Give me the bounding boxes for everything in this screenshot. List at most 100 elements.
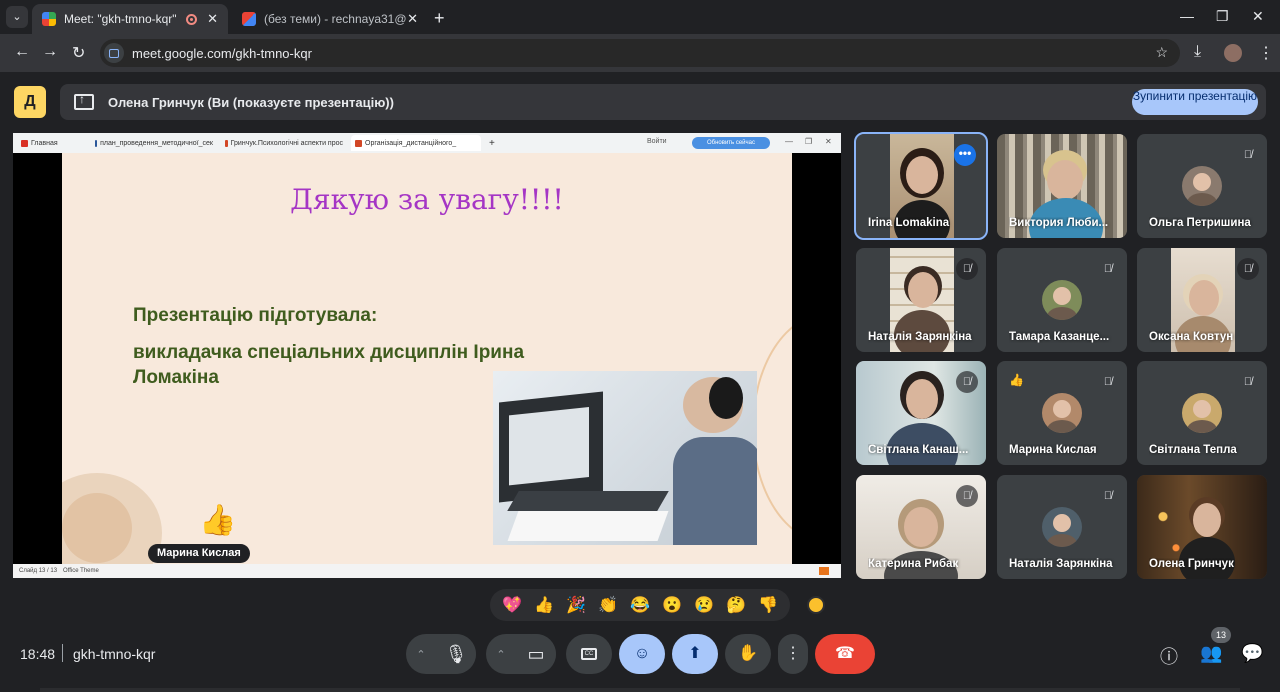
forward-icon[interactable]: → xyxy=(42,43,58,61)
yandex-icon xyxy=(21,139,28,147)
sparkling-heart-reaction-button[interactable]: 💖 xyxy=(502,595,522,615)
participant-tile[interactable]: 🎙̸ Світлана Канаш... xyxy=(856,361,986,465)
reactions-bar: 💖 👍 🎉 👏 😂 😮 😢 🤔 👎 xyxy=(490,589,790,621)
shared-tab: Організація_дистанційного_ xyxy=(351,135,481,151)
camera-button[interactable]: ▭ xyxy=(516,634,556,674)
tab-gmail[interactable]: (без теми) - rechnaya31@gmail ✕ xyxy=(232,4,428,34)
profile-avatar[interactable] xyxy=(1224,44,1242,62)
shared-new-tab-icon: + xyxy=(489,137,495,149)
video-settings-chevron-icon[interactable]: ⌃ xyxy=(486,648,516,661)
sad-reaction-button[interactable]: 😢 xyxy=(694,595,714,615)
participant-tile[interactable]: 🎙̸ Світлана Тепла xyxy=(1137,361,1267,465)
browser-menu-icon[interactable]: ⋮ xyxy=(1258,43,1274,63)
close-tab-icon[interactable]: ✕ xyxy=(407,11,418,27)
chat-icon[interactable]: 💬 xyxy=(1241,643,1263,664)
shared-tab: план_проведення_методичної_сек xyxy=(91,135,217,151)
participant-tile[interactable]: 🎙̸ Катерина Рибак xyxy=(856,475,986,579)
participant-name: Світлана Тепла xyxy=(1149,444,1237,456)
back-icon[interactable]: ← xyxy=(14,43,30,61)
powerpoint-icon xyxy=(225,139,228,147)
participant-name: Тамара Казанце... xyxy=(1009,331,1110,343)
reload-icon[interactable]: ↻ xyxy=(72,43,85,63)
photo-person xyxy=(643,377,757,545)
participant-name: Наталія Зарянкіна xyxy=(1009,558,1113,570)
shared-tab-label: план_проведення_методичної_сек xyxy=(100,139,213,147)
raised-reaction-icon: 👍 xyxy=(1009,373,1024,387)
thumbs-up-reaction-button[interactable]: 👍 xyxy=(534,595,554,615)
captions-button[interactable]: CC xyxy=(566,634,612,674)
leave-call-button[interactable]: ☎ xyxy=(815,634,875,674)
new-tab-button[interactable]: + xyxy=(434,8,445,29)
close-tab-icon[interactable]: ✕ xyxy=(207,11,218,27)
participant-tile[interactable]: 🎙̸ Тамара Казанце... xyxy=(997,248,1127,352)
raise-hand-button[interactable]: ✋ xyxy=(725,634,771,674)
participant-name: Олена Гринчук xyxy=(1149,558,1234,570)
minimize-icon[interactable]: — xyxy=(1180,8,1194,24)
surprised-reaction-button[interactable]: 😮 xyxy=(662,595,682,615)
laugh-reaction-button[interactable]: 😂 xyxy=(630,595,650,615)
more-options-icon[interactable]: ••• xyxy=(954,144,976,166)
present-button[interactable]: ⬆ xyxy=(672,634,718,674)
slide-counter: Слайд 13 / 13 xyxy=(19,568,58,574)
participant-tile[interactable]: 🎙̸ Наталія Зарянкіна xyxy=(997,475,1127,579)
meeting-info-icon[interactable]: ⓘ xyxy=(1160,643,1178,669)
stop-presenting-button[interactable]: Зупинити презентацію xyxy=(1132,89,1258,115)
present-screen-icon xyxy=(74,92,94,110)
skin-tone-button[interactable] xyxy=(807,596,825,614)
mic-off-icon: 🎙̸ xyxy=(1243,149,1253,161)
more-options-button[interactable]: ⋮ xyxy=(778,634,808,674)
mic-off-icon: 🎙̸ xyxy=(956,258,978,280)
participant-tile[interactable]: Виктория Люби... xyxy=(997,134,1127,238)
microphone-button[interactable]: 🎙 xyxy=(436,634,476,674)
maximize-icon[interactable]: ❐ xyxy=(1216,8,1229,25)
participant-avatar xyxy=(1042,393,1082,433)
thumbs-down-reaction-button[interactable]: 👎 xyxy=(758,595,778,615)
slide-title: Дякую за увагу!!!! xyxy=(290,183,564,216)
tab-search-dropdown[interactable]: ⌄ xyxy=(6,6,28,28)
participant-tile[interactable]: 🎙̸ Ольга Петришина xyxy=(1137,134,1267,238)
url-text: meet.google.com/gkh-tmno-kqr xyxy=(132,45,312,61)
participant-name: Катерина Рибак xyxy=(868,558,959,570)
shared-tab: Главная xyxy=(17,135,87,151)
party-reaction-button[interactable]: 🎉 xyxy=(566,595,586,615)
address-bar: ← → ↻ meet.google.com/gkh-tmno-kqr ☆ ⤓ ⋮ xyxy=(0,34,1280,72)
gmail-favicon-icon xyxy=(242,12,256,26)
close-window-icon[interactable]: ✕ xyxy=(1252,8,1264,25)
mic-off-icon: 🎙̸ xyxy=(1103,490,1113,502)
url-field[interactable]: meet.google.com/gkh-tmno-kqr ☆ xyxy=(100,39,1180,67)
meet-favicon-icon xyxy=(42,12,56,26)
participant-tile[interactable]: 🎙̸ Оксана Ковтун xyxy=(1137,248,1267,352)
shared-screen: Главная план_проведення_методичної_сек Г… xyxy=(13,133,841,578)
download-icon[interactable]: ⤓ xyxy=(1194,43,1201,61)
participant-avatar xyxy=(1042,507,1082,547)
reactions-button[interactable]: ☺ xyxy=(619,634,665,674)
slide-status-bar: Слайд 13 / 13 Office Theme xyxy=(13,564,841,578)
mic-off-icon: 🎙̸ xyxy=(1237,258,1259,280)
slide-photo xyxy=(493,371,757,545)
mic-off-icon: 🎙̸ xyxy=(956,371,978,393)
bookmark-star-icon[interactable]: ☆ xyxy=(1155,44,1168,61)
mic-control-group: ⌃ 🎙 xyxy=(406,634,476,674)
reaction-name-chip: Марина Кислая xyxy=(148,544,250,563)
tab-meet[interactable]: Meet: "gkh-tmno-kqr" ✕ xyxy=(32,4,228,34)
participant-avatar xyxy=(1182,166,1222,206)
participant-count-badge: 13 xyxy=(1211,627,1231,643)
people-icon[interactable]: 👥 xyxy=(1200,643,1222,664)
participant-tile[interactable]: Олена Гринчук xyxy=(1137,475,1267,579)
shared-tab-label: Главная xyxy=(31,139,58,147)
site-info-icon[interactable] xyxy=(104,43,124,63)
participant-name: Наталія Зарянкіна xyxy=(868,331,972,343)
thinking-reaction-button[interactable]: 🤔 xyxy=(726,595,746,615)
audio-settings-chevron-icon[interactable]: ⌃ xyxy=(406,648,436,661)
participant-name: Irina Lomakina xyxy=(868,217,950,229)
clap-reaction-button[interactable]: 👏 xyxy=(598,595,618,615)
slideshow-icon xyxy=(819,567,829,575)
participant-tile[interactable]: 👍 🎙̸ Марина Кислая xyxy=(997,361,1127,465)
participant-avatar xyxy=(1042,280,1082,320)
shared-maximize-icon: ❐ xyxy=(805,137,813,146)
presenting-text: Олена Гринчук (Ви (показуєте презентацію… xyxy=(108,94,394,110)
meeting-clock: 18:48 xyxy=(20,646,56,662)
meeting-code: gkh-tmno-kqr xyxy=(73,646,156,662)
participant-tile[interactable]: ••• Irina Lomakina xyxy=(854,132,988,240)
participant-tile[interactable]: 🎙̸ Наталія Зарянкіна xyxy=(856,248,986,352)
